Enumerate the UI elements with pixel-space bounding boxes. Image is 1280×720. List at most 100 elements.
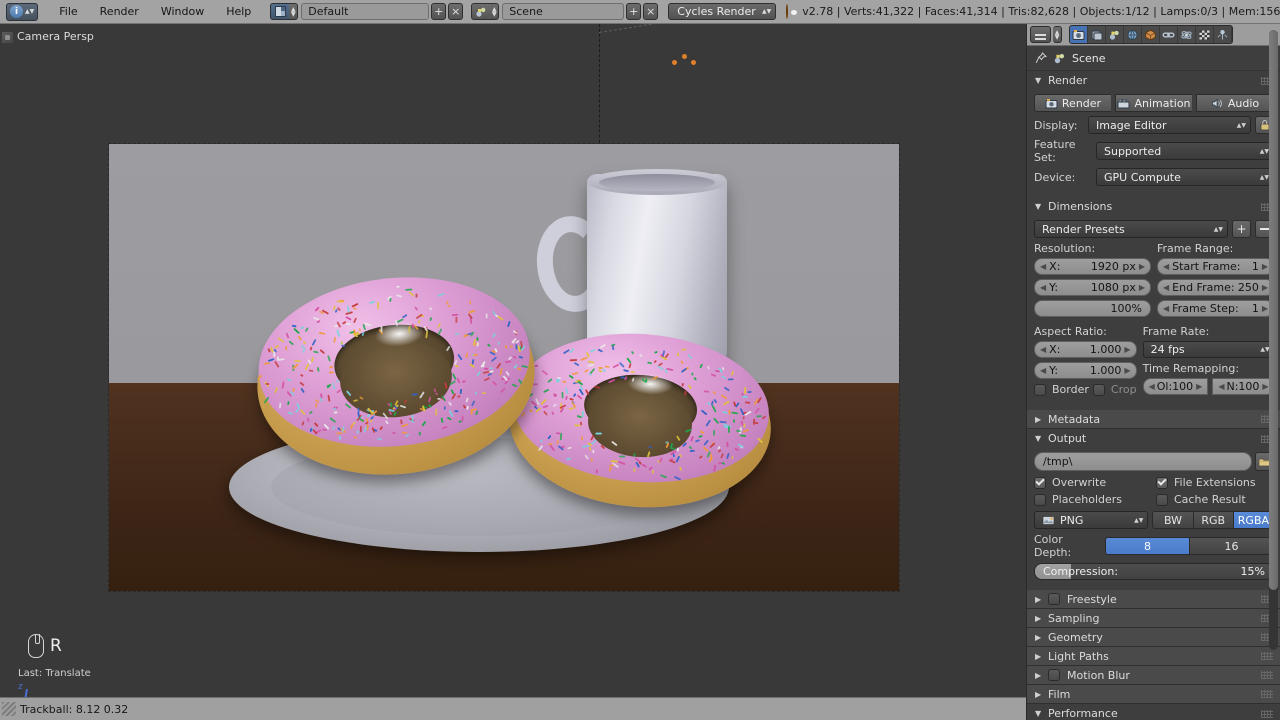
- tab-world[interactable]: [1124, 26, 1142, 43]
- menu-render[interactable]: Render: [89, 3, 150, 20]
- feature-set-dropdown[interactable]: Supported ▲▼: [1096, 142, 1274, 160]
- tab-particles[interactable]: [1214, 26, 1232, 43]
- panel-header-output[interactable]: ▼ Output: [1027, 429, 1280, 448]
- donut-object-left[interactable]: [247, 264, 545, 489]
- scene-name-field[interactable]: Scene: [502, 3, 625, 20]
- delete-scene-button[interactable]: ×: [643, 3, 659, 20]
- color-mode-rgb-button[interactable]: RGB: [1193, 511, 1234, 529]
- resolution-percentage-field[interactable]: 100%: [1034, 300, 1151, 317]
- time-remap-new-field[interactable]: ◀ N: 100 ▶: [1212, 378, 1275, 395]
- last-operator-label[interactable]: Last: Translate: [18, 668, 91, 679]
- right-arrow-icon[interactable]: ▶: [1262, 283, 1268, 292]
- frame-step-field[interactable]: ◀ Frame Step: 1 ▶: [1157, 300, 1274, 317]
- menu-window[interactable]: Window: [150, 3, 215, 20]
- right-arrow-icon[interactable]: ▶: [1139, 283, 1145, 292]
- menu-help[interactable]: Help: [215, 3, 262, 20]
- right-arrow-icon[interactable]: ▶: [1139, 262, 1145, 271]
- color-mode-bw-button[interactable]: BW: [1152, 511, 1194, 529]
- aspect-x-field[interactable]: ◀ X: 1.000 ▶: [1034, 341, 1137, 358]
- right-arrow-icon[interactable]: ▶: [1262, 382, 1268, 391]
- panel-header-metadata[interactable]: ▶ Metadata: [1027, 410, 1280, 429]
- start-frame-field[interactable]: ◀ Start Frame: 1 ▶: [1157, 258, 1274, 275]
- 3d-viewport[interactable]: Camera Persp R Last: Translate z: [0, 24, 1026, 697]
- left-arrow-icon[interactable]: ◀: [1040, 345, 1046, 354]
- left-arrow-icon[interactable]: ◀: [1040, 283, 1046, 292]
- panel-header-geometry[interactable]: ▶ Geometry: [1027, 628, 1280, 647]
- add-screen-layout-button[interactable]: +: [431, 3, 447, 20]
- pin-icon[interactable]: [1035, 52, 1047, 64]
- left-arrow-icon[interactable]: ◀: [1040, 366, 1046, 375]
- panel-header-dimensions[interactable]: ▼ Dimensions: [1027, 197, 1280, 216]
- panel-header-motion-blur[interactable]: ▶ Motion Blur: [1027, 666, 1280, 685]
- editor-type-selector-properties[interactable]: [1030, 26, 1051, 43]
- file-extensions-checkbox-group[interactable]: File Extensions: [1156, 476, 1274, 489]
- viewport-corner-widget[interactable]: [2, 32, 13, 43]
- panel-header-film[interactable]: ▶ Film: [1027, 685, 1280, 704]
- crop-checkbox-group[interactable]: Crop: [1092, 383, 1137, 396]
- overwrite-checkbox[interactable]: [1034, 476, 1046, 489]
- aspect-y-field[interactable]: ◀ Y: 1.000 ▶: [1034, 362, 1137, 379]
- time-remap-old-field[interactable]: ◀ Ol: 100 ▶: [1142, 378, 1209, 395]
- delete-screen-layout-button[interactable]: ×: [448, 3, 464, 20]
- render-animation-button[interactable]: Animation: [1115, 94, 1192, 112]
- left-arrow-icon[interactable]: ◀: [1163, 304, 1169, 313]
- scene-selector[interactable]: ▲ ▼ Scene + ×: [471, 3, 659, 20]
- motion-blur-checkbox[interactable]: [1048, 669, 1060, 681]
- donut-object-right[interactable]: [503, 325, 777, 516]
- border-checkbox-group[interactable]: Border: [1034, 383, 1089, 396]
- placeholders-checkbox[interactable]: [1034, 493, 1046, 506]
- render-presets-dropdown[interactable]: Render Presets ▲▼: [1034, 220, 1228, 238]
- freestyle-checkbox[interactable]: [1048, 593, 1060, 605]
- editor-type-selector-info[interactable]: i ▲▼: [6, 2, 39, 21]
- scene-spinner[interactable]: ▲ ▼: [490, 3, 500, 20]
- properties-scrollbar-thumb[interactable]: [1269, 30, 1278, 590]
- color-depth-8-button[interactable]: 8: [1105, 537, 1190, 555]
- tab-constraints[interactable]: [1160, 26, 1178, 43]
- panel-header-light-paths[interactable]: ▶ Light Paths: [1027, 647, 1280, 666]
- crop-checkbox[interactable]: [1092, 383, 1105, 396]
- right-arrow-icon[interactable]: ▶: [1124, 345, 1130, 354]
- display-dropdown[interactable]: Image Editor ▲▼: [1088, 116, 1251, 134]
- color-mode-rgba-button[interactable]: RGBA: [1233, 511, 1275, 529]
- render-image-button[interactable]: Render: [1034, 94, 1111, 112]
- end-frame-field[interactable]: ◀ End Frame: 250 ▶: [1157, 279, 1274, 296]
- tab-object[interactable]: [1142, 26, 1160, 43]
- screen-layout-selector[interactable]: ▲ ▼ Default + ×: [270, 3, 464, 20]
- color-depth-16-button[interactable]: 16: [1190, 537, 1274, 555]
- panel-header-sampling[interactable]: ▶ Sampling: [1027, 609, 1280, 628]
- output-path-field[interactable]: /tmp\: [1034, 452, 1252, 471]
- panel-grip-icon[interactable]: [1261, 690, 1273, 698]
- resolution-x-field[interactable]: ◀ X: 1920 px ▶: [1034, 258, 1151, 275]
- right-arrow-icon[interactable]: ▶: [1196, 382, 1202, 391]
- file-extensions-checkbox[interactable]: [1156, 476, 1168, 489]
- left-arrow-icon[interactable]: ◀: [1149, 382, 1155, 391]
- add-preset-button[interactable]: +: [1232, 220, 1251, 238]
- left-arrow-icon[interactable]: ◀: [1218, 382, 1224, 391]
- panel-header-freestyle[interactable]: ▶ Freestyle: [1027, 590, 1280, 609]
- left-arrow-icon[interactable]: ◀: [1163, 283, 1169, 292]
- panel-header-render[interactable]: ▼ Render: [1027, 71, 1280, 90]
- tab-render[interactable]: [1070, 26, 1088, 43]
- tab-physics[interactable]: [1178, 26, 1196, 43]
- left-arrow-icon[interactable]: ◀: [1040, 262, 1046, 271]
- cache-result-checkbox-group[interactable]: Cache Result: [1156, 493, 1274, 506]
- panel-grip-icon[interactable]: [1261, 709, 1273, 718]
- panel-grip-icon[interactable]: [1261, 652, 1273, 660]
- render-audio-button[interactable]: Audio: [1196, 94, 1274, 112]
- right-arrow-icon[interactable]: ▶: [1262, 304, 1268, 313]
- compression-slider[interactable]: Compression: 15%: [1034, 563, 1274, 580]
- device-dropdown[interactable]: GPU Compute ▲▼: [1096, 168, 1274, 186]
- render-engine-selector[interactable]: Cycles Render ▲▼: [668, 3, 777, 20]
- panel-header-performance[interactable]: ▼ Performance: [1027, 704, 1280, 720]
- camera-object-marker[interactable]: [672, 54, 698, 72]
- resize-grip-icon[interactable]: [2, 702, 16, 716]
- left-arrow-icon[interactable]: ◀: [1163, 262, 1169, 271]
- resolution-y-field[interactable]: ◀ Y: 1080 px ▶: [1034, 279, 1151, 296]
- screen-layout-spinner[interactable]: ▲ ▼: [289, 3, 299, 20]
- right-arrow-icon[interactable]: ▶: [1262, 262, 1268, 271]
- placeholders-checkbox-group[interactable]: Placeholders: [1034, 493, 1152, 506]
- overwrite-checkbox-group[interactable]: Overwrite: [1034, 476, 1152, 489]
- right-arrow-icon[interactable]: ▶: [1124, 366, 1130, 375]
- tab-scene[interactable]: [1106, 26, 1124, 43]
- cache-result-checkbox[interactable]: [1156, 493, 1168, 506]
